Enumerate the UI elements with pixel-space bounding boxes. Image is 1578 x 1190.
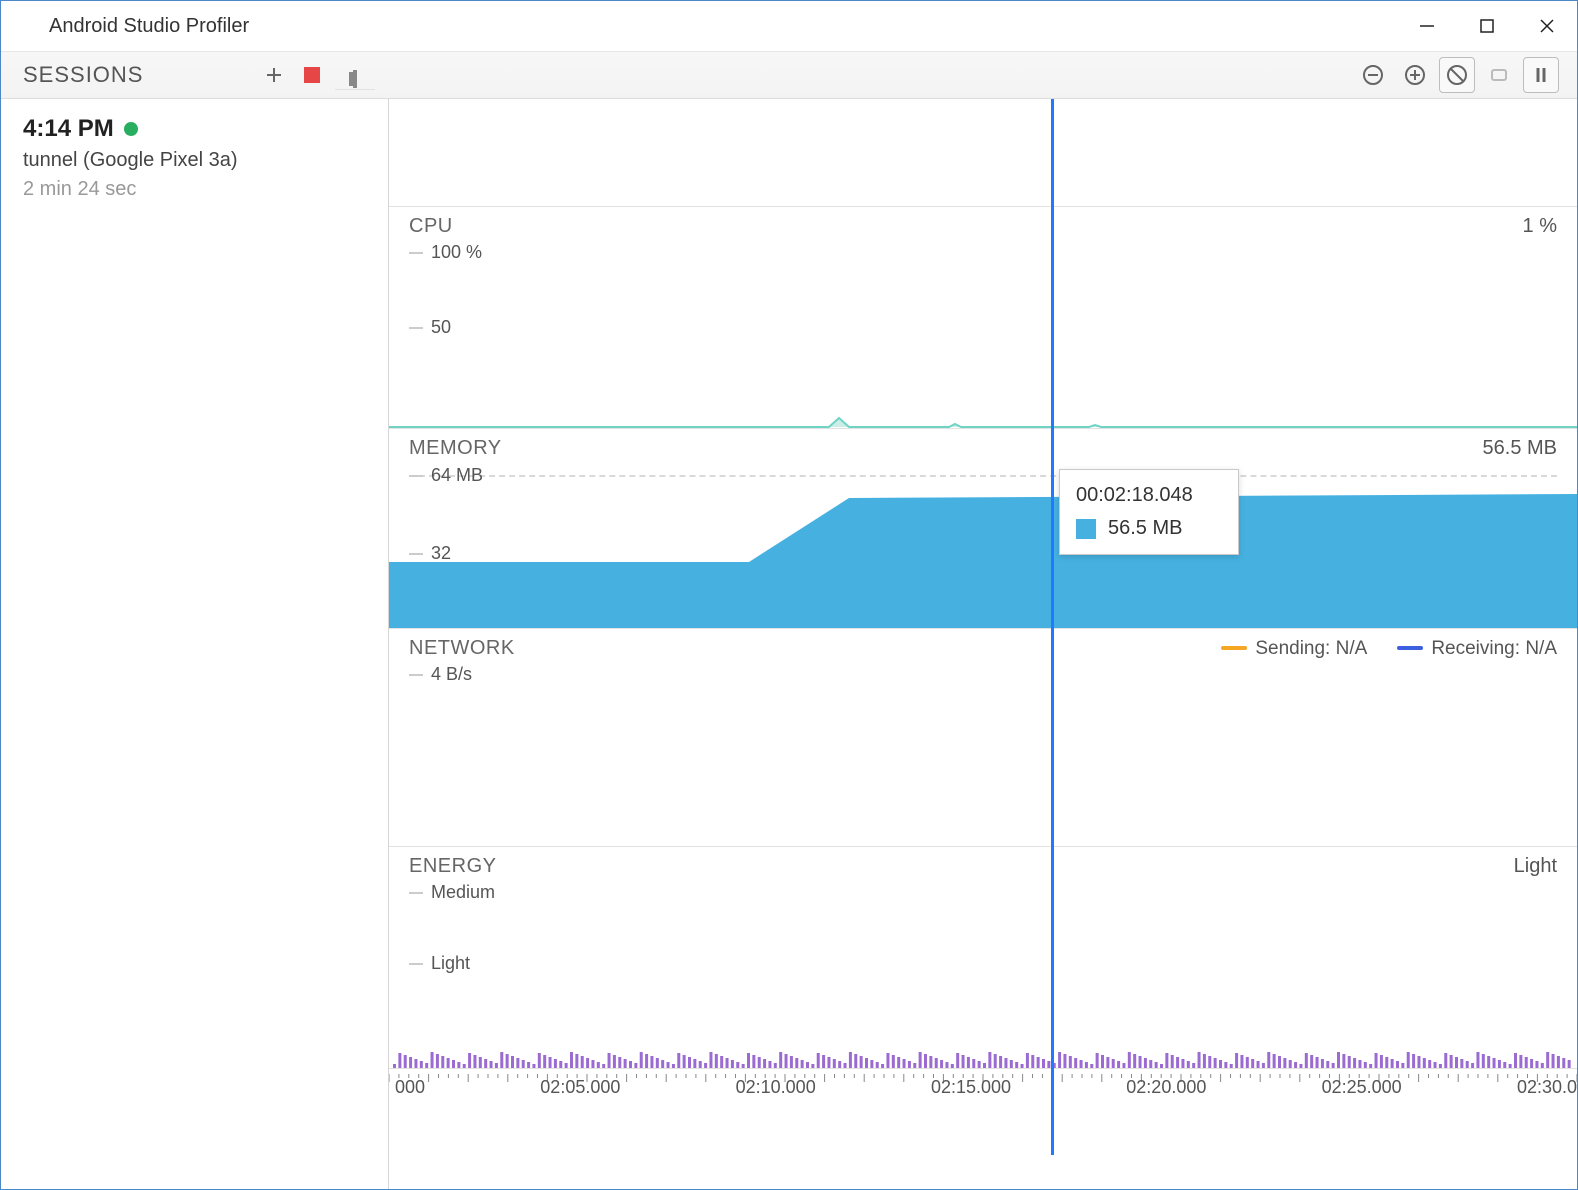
maximize-button[interactable] [1457, 1, 1517, 51]
energy-trace [389, 1038, 1577, 1068]
energy-scale-top: Medium [431, 882, 495, 903]
receiving-swatch-icon [1397, 646, 1423, 650]
toggle-panel-button[interactable] [335, 60, 375, 90]
add-session-button[interactable] [259, 60, 289, 90]
cpu-scale-top: 100 % [431, 242, 482, 263]
sending-swatch-icon [1221, 646, 1247, 650]
sending-value: N/A [1336, 638, 1368, 659]
time-label: 000 [395, 1077, 425, 1098]
time-labels: 000 02:05.000 02:10.000 02:15.000 02:20.000 0… [389, 1077, 1577, 1098]
energy-scale-mid: Light [431, 953, 470, 974]
time-axis[interactable]: 000 02:05.000 02:10.000 02:15.000 02:20.000 0… [389, 1069, 1577, 1103]
minimize-button[interactable] [1397, 1, 1457, 51]
energy-panel[interactable]: ENERGY Light Medium Light [389, 847, 1577, 1069]
network-title: NETWORK [409, 637, 1221, 660]
session-live-dot-icon [124, 122, 138, 136]
tick-icon [409, 252, 423, 254]
tick-icon [409, 327, 423, 329]
memory-trace [389, 478, 1577, 628]
events-lane[interactable] [389, 99, 1577, 207]
session-duration: 2 min 24 sec [23, 178, 366, 201]
session-time: 4:14 PM [23, 115, 114, 143]
sessions-header-label: SESSIONS [23, 62, 251, 88]
session-item[interactable]: 4:14 PM tunnel (Google Pixel 3a) 2 min 2… [23, 115, 366, 201]
energy-title: ENERGY [409, 855, 1514, 878]
close-button[interactable] [1517, 1, 1577, 51]
cpu-title: CPU [409, 215, 1523, 238]
cpu-value: 1 % [1523, 215, 1557, 238]
session-device: tunnel (Google Pixel 3a) [23, 149, 366, 172]
energy-value: Light [1514, 855, 1557, 878]
body: 4:14 PM tunnel (Google Pixel 3a) 2 min 2… [1, 99, 1577, 1189]
cpu-trace [389, 414, 1577, 428]
tooltip-swatch-icon [1076, 519, 1096, 539]
sessions-header: SESSIONS [1, 60, 389, 90]
time-label: 02:05.000 [540, 1077, 620, 1098]
titlebar: Android Studio Profiler [1, 1, 1577, 51]
tick-icon [409, 892, 423, 894]
memory-title: MEMORY [409, 437, 1483, 460]
receiving-value: N/A [1525, 638, 1557, 659]
sending-label: Sending: [1255, 638, 1330, 659]
profiler-window: Android Studio Profiler SESSIONS [0, 0, 1578, 1190]
charts-area[interactable]: 00:02:18.048 56.5 MB CPU 1 % 100 % 50 [389, 99, 1577, 1189]
time-label: 02:30.0 [1517, 1077, 1577, 1098]
attach-live-button[interactable] [1481, 57, 1517, 93]
memory-panel[interactable]: MEMORY 56.5 MB 64 MB 32 [389, 429, 1577, 629]
time-label: 02:10.000 [736, 1077, 816, 1098]
toolbar: SESSIONS [1, 51, 1577, 99]
zoom-in-button[interactable] [1397, 57, 1433, 93]
zoom-out-button[interactable] [1355, 57, 1391, 93]
cpu-scale-mid: 50 [431, 317, 451, 338]
view-controls [1355, 57, 1577, 93]
window-buttons [1397, 1, 1577, 51]
tick-icon [409, 475, 423, 477]
stop-session-button[interactable] [297, 60, 327, 90]
zoom-reset-button[interactable] [1439, 57, 1475, 93]
memory-value: 56.5 MB [1483, 437, 1557, 460]
network-legend: Sending: N/A Receiving: N/A [1221, 638, 1557, 660]
sessions-sidebar: 4:14 PM tunnel (Google Pixel 3a) 2 min 2… [1, 99, 389, 1189]
hover-tooltip: 00:02:18.048 56.5 MB [1059, 469, 1239, 555]
tick-icon [409, 963, 423, 965]
cpu-panel[interactable]: CPU 1 % 100 % 50 [389, 207, 1577, 429]
network-panel[interactable]: NETWORK Sending: N/A Receiving: N/A 4 B/… [389, 629, 1577, 847]
tick-icon [409, 674, 423, 676]
time-label: 02:25.000 [1322, 1077, 1402, 1098]
window-title: Android Studio Profiler [49, 15, 1397, 38]
pause-button[interactable] [1523, 57, 1559, 93]
playhead[interactable] [1051, 99, 1054, 1155]
time-label: 02:15.000 [931, 1077, 1011, 1098]
tooltip-value: 56.5 MB [1108, 517, 1182, 540]
network-scale-top: 4 B/s [431, 664, 472, 685]
memory-max-line [409, 475, 1557, 477]
time-label: 02:20.000 [1126, 1077, 1206, 1098]
receiving-label: Receiving: [1431, 638, 1520, 659]
tooltip-time: 00:02:18.048 [1076, 484, 1222, 507]
